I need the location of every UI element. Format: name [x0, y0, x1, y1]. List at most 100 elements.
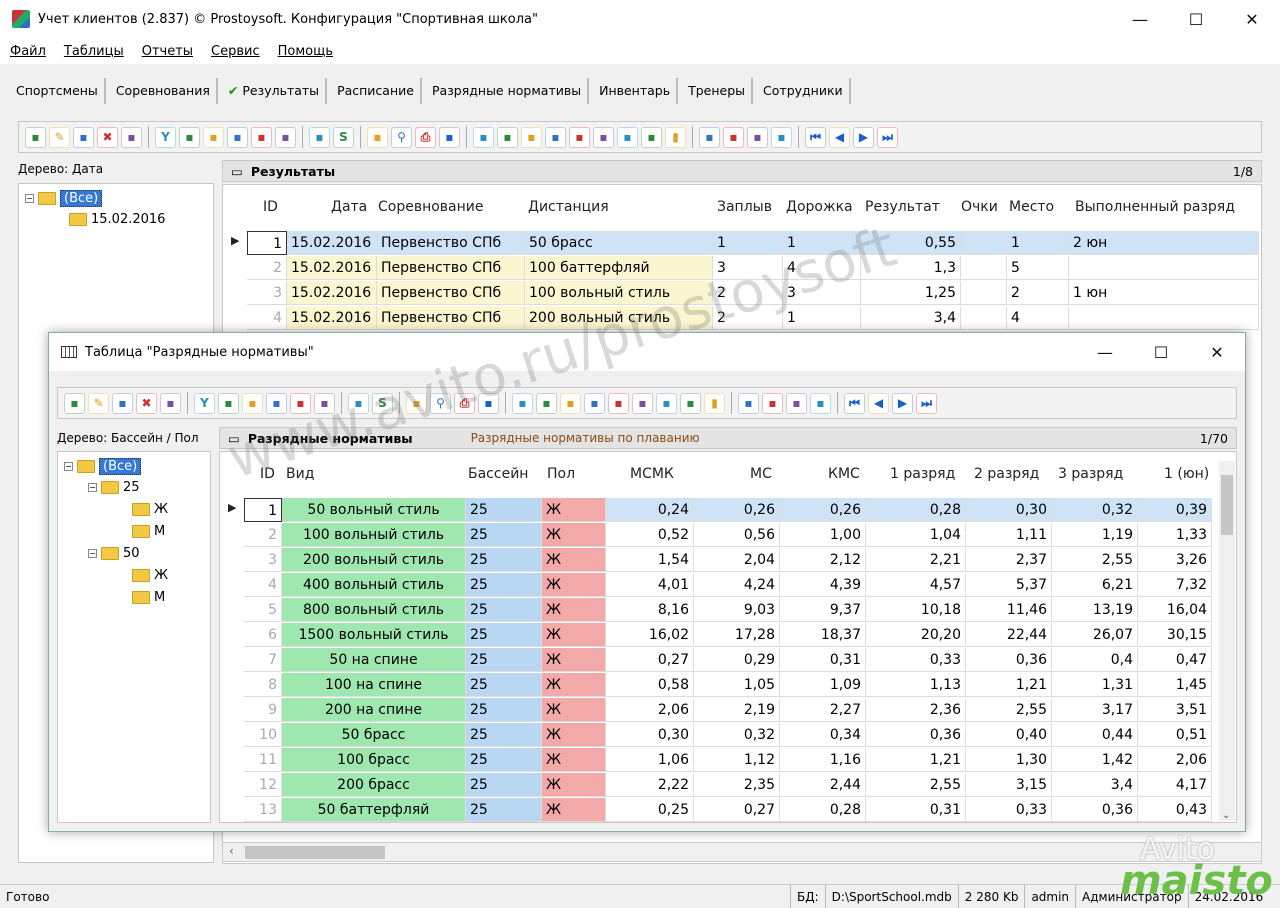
doc-icon[interactable]: ▪: [699, 126, 720, 148]
tree-node-date[interactable]: 15.02.2016: [69, 212, 165, 227]
collapse-icon[interactable]: −: [88, 549, 97, 558]
column-header[interactable]: 1 (юн): [1164, 466, 1209, 482]
table-cell[interactable]: 1,12: [694, 748, 780, 772]
row-id-cell[interactable]: 5: [244, 598, 282, 622]
table-cell[interactable]: 0,31: [866, 798, 966, 822]
import-icon[interactable]: ▪: [25, 126, 46, 148]
filter-add-icon[interactable]: ▪: [218, 392, 239, 414]
column-header[interactable]: ID: [260, 466, 275, 482]
table-cell[interactable]: [961, 306, 1007, 330]
column-header[interactable]: Очки: [961, 199, 998, 215]
table-cell[interactable]: 15.02.2016: [287, 231, 377, 255]
tab-athletes[interactable]: Спортсмены: [10, 78, 106, 104]
column-header[interactable]: Место: [1009, 199, 1054, 215]
table-cell[interactable]: 11,46: [966, 598, 1052, 622]
column-header[interactable]: 2 разряд: [974, 466, 1039, 482]
table-cell[interactable]: 3: [783, 281, 861, 305]
table-cell[interactable]: 0,32: [694, 723, 780, 747]
table-cell[interactable]: 25: [466, 598, 542, 622]
table-cell[interactable]: Ж: [542, 598, 606, 622]
table-cell[interactable]: 18,37: [780, 623, 866, 647]
row-id-cell[interactable]: 12: [244, 773, 282, 797]
table-cell[interactable]: 50 вольный стиль: [282, 498, 466, 522]
table-cell[interactable]: 22,44: [966, 623, 1052, 647]
doc2-icon[interactable]: ▪: [762, 392, 783, 414]
filter-clear-icon[interactable]: ▪: [266, 392, 287, 414]
table-cell[interactable]: 3,17: [1052, 698, 1138, 722]
table-cell[interactable]: 0,58: [606, 673, 694, 697]
table-cell[interactable]: 1 юн: [1069, 281, 1259, 305]
column-header[interactable]: Заплыв: [717, 199, 772, 215]
find-icon[interactable]: ⚲: [391, 126, 412, 148]
table-cell[interactable]: 1,21: [866, 748, 966, 772]
table-icon[interactable]: ▪: [121, 126, 142, 148]
horizontal-scrollbar[interactable]: ‹: [222, 842, 1262, 862]
table-cell[interactable]: [961, 256, 1007, 280]
table-cell[interactable]: 25: [466, 673, 542, 697]
row-id-cell[interactable]: 3: [244, 548, 282, 572]
filter-alt-icon[interactable]: ▪: [314, 392, 335, 414]
word-icon[interactable]: ▪: [560, 392, 581, 414]
table-cell[interactable]: 0,55: [861, 231, 961, 255]
table-cell[interactable]: 4,17: [1138, 773, 1212, 797]
table-cell[interactable]: 1,31: [1052, 673, 1138, 697]
table-cell[interactable]: 1: [1007, 231, 1069, 255]
table-cell[interactable]: 0,47: [1138, 648, 1212, 672]
scroll-thumb[interactable]: [1221, 475, 1233, 535]
table-cell[interactable]: 0,29: [694, 648, 780, 672]
table-cell[interactable]: 2,44: [780, 773, 866, 797]
row-id-cell[interactable]: 2: [247, 256, 287, 280]
column-header[interactable]: КМС: [828, 466, 860, 482]
table-cell[interactable]: 3,4: [1052, 773, 1138, 797]
table-cell[interactable]: 1,04: [866, 523, 966, 547]
table-cell[interactable]: 200 вольный стиль: [525, 306, 713, 330]
table-cell[interactable]: Ж: [542, 498, 606, 522]
table-cell[interactable]: 50 баттерфляй: [282, 798, 466, 822]
column-header[interactable]: ID: [263, 199, 278, 215]
chart-icon[interactable]: ▮: [704, 392, 725, 414]
table-cell[interactable]: 100 брасс: [282, 748, 466, 772]
html-icon[interactable]: ▪: [593, 126, 614, 148]
menu-help[interactable]: Помощь: [278, 44, 333, 59]
table-cell[interactable]: 1,13: [866, 673, 966, 697]
row-id-cell[interactable]: 11: [244, 748, 282, 772]
table-cell[interactable]: 0,36: [1052, 798, 1138, 822]
table-cell[interactable]: 0,33: [966, 798, 1052, 822]
column-header[interactable]: 1 разряд: [890, 466, 955, 482]
column-header[interactable]: Дистанция: [528, 199, 609, 215]
prev-icon[interactable]: ◀: [829, 126, 850, 148]
table-cell[interactable]: 100 баттерфляй: [525, 256, 713, 280]
import-icon[interactable]: ▪: [64, 392, 85, 414]
table-cell[interactable]: 9,37: [780, 598, 866, 622]
table-cell[interactable]: 2,55: [966, 698, 1052, 722]
grid2-icon[interactable]: ▪: [771, 126, 792, 148]
row-id-cell[interactable]: 8: [244, 673, 282, 697]
table-cell[interactable]: 0,40: [966, 723, 1052, 747]
table-cell[interactable]: 5: [1007, 256, 1069, 280]
column-header[interactable]: Дорожка: [786, 199, 853, 215]
table-cell[interactable]: 50 брасс: [525, 231, 713, 255]
row-id-cell[interactable]: 2: [244, 523, 282, 547]
table-cell[interactable]: 4,24: [694, 573, 780, 597]
table-cell[interactable]: [961, 231, 1007, 255]
filter-icon[interactable]: Y: [155, 126, 176, 148]
table-cell[interactable]: 50 брасс: [282, 723, 466, 747]
table-cell[interactable]: 0,51: [1138, 723, 1212, 747]
table-cell[interactable]: 2,06: [606, 698, 694, 722]
table-cell[interactable]: 0,26: [694, 498, 780, 522]
grid2-icon[interactable]: ▪: [810, 392, 831, 414]
excel2-icon[interactable]: ▪: [608, 392, 629, 414]
sql-icon[interactable]: S: [333, 126, 354, 148]
table-cell[interactable]: 200 вольный стиль: [282, 548, 466, 572]
minimize-button[interactable]: —: [1112, 0, 1168, 38]
vertical-scrollbar[interactable]: ⌄: [1219, 461, 1235, 821]
table-cell[interactable]: Первенство СПб: [377, 256, 525, 280]
xml-icon[interactable]: ▪: [656, 392, 677, 414]
table-cell[interactable]: 25: [466, 548, 542, 572]
row-id-cell[interactable]: 3: [247, 281, 287, 305]
export2-icon[interactable]: ▪: [536, 392, 557, 414]
table-cell[interactable]: 25: [466, 498, 542, 522]
table-cell[interactable]: 3,4: [861, 306, 961, 330]
table-cell[interactable]: 1,05: [694, 673, 780, 697]
row-id-cell[interactable]: 13: [244, 798, 282, 822]
